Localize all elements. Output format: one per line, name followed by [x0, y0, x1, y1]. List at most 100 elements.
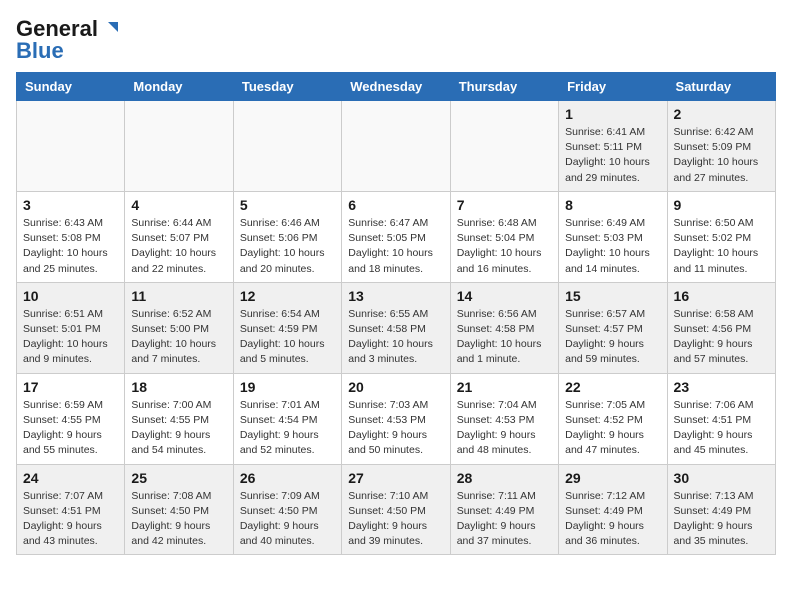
calendar-cell: 27 Sunrise: 7:10 AM Sunset: 4:50 PM Dayli…: [342, 464, 450, 555]
calendar-cell: 22 Sunrise: 7:05 AM Sunset: 4:52 PM Dayli…: [559, 373, 667, 464]
day-info: Sunrise: 7:06 AM Sunset: 4:51 PM Dayligh…: [674, 398, 769, 459]
day-number: 1: [565, 106, 660, 122]
day-info: Sunrise: 7:12 AM Sunset: 4:49 PM Dayligh…: [565, 489, 660, 550]
calendar-cell: 16 Sunrise: 6:58 AM Sunset: 4:56 PM Dayli…: [667, 282, 775, 373]
calendar-cell: 19Sunrise: 7:01 AM Sunset: 4:54 PM Dayli…: [233, 373, 341, 464]
calendar-cell: 25 Sunrise: 7:08 AM Sunset: 4:50 PM Dayli…: [125, 464, 233, 555]
calendar-cell: 6 Sunrise: 6:47 AM Sunset: 5:05 PM Daylig…: [342, 191, 450, 282]
day-info: Sunrise: 7:11 AM Sunset: 4:49 PM Dayligh…: [457, 489, 552, 550]
calendar-cell: [450, 101, 558, 192]
day-number: 11: [131, 288, 226, 304]
logo: General Blue: [16, 16, 120, 64]
day-number: 28: [457, 470, 552, 486]
calendar-cell: 17 Sunrise: 6:59 AM Sunset: 4:55 PM Dayli…: [17, 373, 125, 464]
calendar-cell: 18 Sunrise: 7:00 AM Sunset: 4:55 PM Dayli…: [125, 373, 233, 464]
day-info: Sunrise: 6:54 AM Sunset: 4:59 PM Dayligh…: [240, 307, 335, 368]
weekday-header-monday: Monday: [125, 73, 233, 101]
day-number: 15: [565, 288, 660, 304]
calendar-cell: 2 Sunrise: 6:42 AM Sunset: 5:09 PM Daylig…: [667, 101, 775, 192]
day-info: Sunrise: 6:56 AM Sunset: 4:58 PM Dayligh…: [457, 307, 552, 368]
day-info: Sunrise: 6:48 AM Sunset: 5:04 PM Dayligh…: [457, 216, 552, 277]
calendar-cell: [125, 101, 233, 192]
weekday-header-wednesday: Wednesday: [342, 73, 450, 101]
day-number: 20: [348, 379, 443, 395]
day-info: Sunrise: 7:08 AM Sunset: 4:50 PM Dayligh…: [131, 489, 226, 550]
day-number: 7: [457, 197, 552, 213]
day-number: 26: [240, 470, 335, 486]
day-number: 22: [565, 379, 660, 395]
day-number: 18: [131, 379, 226, 395]
day-info: Sunrise: 6:59 AM Sunset: 4:55 PM Dayligh…: [23, 398, 118, 459]
day-info: Sunrise: 6:41 AM Sunset: 5:11 PM Dayligh…: [565, 125, 660, 186]
day-info: Sunrise: 6:57 AM Sunset: 4:57 PM Dayligh…: [565, 307, 660, 368]
day-number: 3: [23, 197, 118, 213]
calendar-cell: 24 Sunrise: 7:07 AM Sunset: 4:51 PM Dayli…: [17, 464, 125, 555]
day-number: 6: [348, 197, 443, 213]
day-info: Sunrise: 6:55 AM Sunset: 4:58 PM Dayligh…: [348, 307, 443, 368]
day-info: Sunrise: 6:50 AM Sunset: 5:02 PM Dayligh…: [674, 216, 769, 277]
day-number: 14: [457, 288, 552, 304]
weekday-header-thursday: Thursday: [450, 73, 558, 101]
day-number: 16: [674, 288, 769, 304]
day-info: Sunrise: 7:04 AM Sunset: 4:53 PM Dayligh…: [457, 398, 552, 459]
day-number: 10: [23, 288, 118, 304]
calendar-cell: 20 Sunrise: 7:03 AM Sunset: 4:53 PM Dayli…: [342, 373, 450, 464]
day-info: Sunrise: 7:00 AM Sunset: 4:55 PM Dayligh…: [131, 398, 226, 459]
day-info: Sunrise: 6:43 AM Sunset: 5:08 PM Dayligh…: [23, 216, 118, 277]
day-number: 30: [674, 470, 769, 486]
day-number: 24: [23, 470, 118, 486]
weekday-header-sunday: Sunday: [17, 73, 125, 101]
calendar-week-row: 10 Sunrise: 6:51 AM Sunset: 5:01 PM Dayli…: [17, 282, 776, 373]
calendar-cell: 11 Sunrise: 6:52 AM Sunset: 5:00 PM Dayli…: [125, 282, 233, 373]
calendar-cell: 10 Sunrise: 6:51 AM Sunset: 5:01 PM Dayli…: [17, 282, 125, 373]
day-info: Sunrise: 7:13 AM Sunset: 4:49 PM Dayligh…: [674, 489, 769, 550]
day-info: Sunrise: 7:03 AM Sunset: 4:53 PM Dayligh…: [348, 398, 443, 459]
day-info: Sunrise: 7:05 AM Sunset: 4:52 PM Dayligh…: [565, 398, 660, 459]
day-number: 25: [131, 470, 226, 486]
day-info: Sunrise: 6:47 AM Sunset: 5:05 PM Dayligh…: [348, 216, 443, 277]
calendar-cell: 7 Sunrise: 6:48 AM Sunset: 5:04 PM Daylig…: [450, 191, 558, 282]
calendar-cell: [342, 101, 450, 192]
calendar-week-row: 1 Sunrise: 6:41 AM Sunset: 5:11 PM Daylig…: [17, 101, 776, 192]
day-info: Sunrise: 6:49 AM Sunset: 5:03 PM Dayligh…: [565, 216, 660, 277]
day-info: Sunrise: 6:51 AM Sunset: 5:01 PM Dayligh…: [23, 307, 118, 368]
calendar-cell: 3 Sunrise: 6:43 AM Sunset: 5:08 PM Daylig…: [17, 191, 125, 282]
page-header: General Blue: [16, 16, 776, 64]
day-info: Sunrise: 6:52 AM Sunset: 5:00 PM Dayligh…: [131, 307, 226, 368]
weekday-header-tuesday: Tuesday: [233, 73, 341, 101]
calendar-cell: 14 Sunrise: 6:56 AM Sunset: 4:58 PM Dayli…: [450, 282, 558, 373]
calendar-cell: 21 Sunrise: 7:04 AM Sunset: 4:53 PM Dayli…: [450, 373, 558, 464]
day-info: Sunrise: 7:09 AM Sunset: 4:50 PM Dayligh…: [240, 489, 335, 550]
calendar-cell: 30 Sunrise: 7:13 AM Sunset: 4:49 PM Dayli…: [667, 464, 775, 555]
calendar-cell: 8 Sunrise: 6:49 AM Sunset: 5:03 PM Daylig…: [559, 191, 667, 282]
day-number: 27: [348, 470, 443, 486]
day-info: Sunrise: 7:10 AM Sunset: 4:50 PM Dayligh…: [348, 489, 443, 550]
weekday-header-friday: Friday: [559, 73, 667, 101]
day-number: 8: [565, 197, 660, 213]
calendar-table: SundayMondayTuesdayWednesdayThursdayFrid…: [16, 72, 776, 555]
calendar-cell: 12 Sunrise: 6:54 AM Sunset: 4:59 PM Dayli…: [233, 282, 341, 373]
day-number: 29: [565, 470, 660, 486]
logo-blue: Blue: [16, 38, 64, 64]
day-info: Sunrise: 7:07 AM Sunset: 4:51 PM Dayligh…: [23, 489, 118, 550]
calendar-cell: 23Sunrise: 7:06 AM Sunset: 4:51 PM Dayli…: [667, 373, 775, 464]
calendar-cell: 5Sunrise: 6:46 AM Sunset: 5:06 PM Daylig…: [233, 191, 341, 282]
day-number: 13: [348, 288, 443, 304]
calendar-cell: 29 Sunrise: 7:12 AM Sunset: 4:49 PM Dayli…: [559, 464, 667, 555]
day-info: Sunrise: 6:42 AM Sunset: 5:09 PM Dayligh…: [674, 125, 769, 186]
calendar-week-row: 17 Sunrise: 6:59 AM Sunset: 4:55 PM Dayli…: [17, 373, 776, 464]
day-info: Sunrise: 6:46 AM Sunset: 5:06 PM Dayligh…: [240, 216, 335, 277]
calendar-cell: [233, 101, 341, 192]
day-number: 19: [240, 379, 335, 395]
calendar-cell: 4Sunrise: 6:44 AM Sunset: 5:07 PM Daylig…: [125, 191, 233, 282]
day-info: Sunrise: 6:58 AM Sunset: 4:56 PM Dayligh…: [674, 307, 769, 368]
day-number: 2: [674, 106, 769, 122]
weekday-header-row: SundayMondayTuesdayWednesdayThursdayFrid…: [17, 73, 776, 101]
calendar-cell: 9 Sunrise: 6:50 AM Sunset: 5:02 PM Daylig…: [667, 191, 775, 282]
day-number: 17: [23, 379, 118, 395]
day-number: 9: [674, 197, 769, 213]
day-number: 21: [457, 379, 552, 395]
logo-arrow-icon: [98, 18, 120, 40]
calendar-week-row: 24 Sunrise: 7:07 AM Sunset: 4:51 PM Dayli…: [17, 464, 776, 555]
day-number: 12: [240, 288, 335, 304]
